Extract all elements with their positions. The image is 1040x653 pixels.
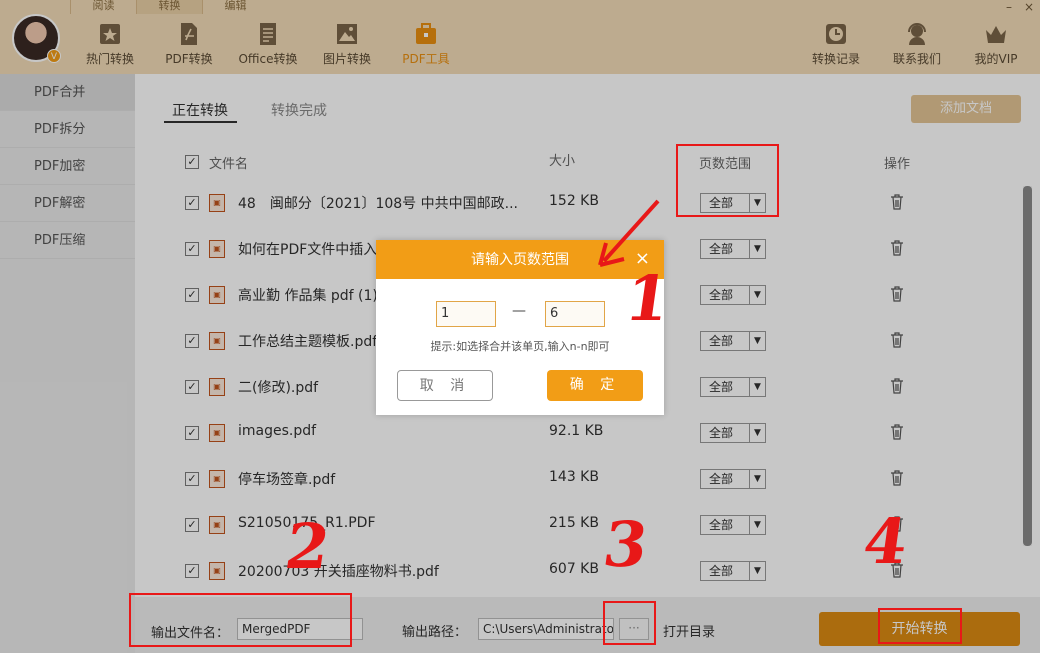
- confirm-button[interactable]: 确 定: [547, 370, 643, 401]
- dialog-hint: 提示:如选择合并该单页,输入n-n即可: [430, 340, 610, 353]
- annotation-box-start: [878, 608, 962, 644]
- range-dash: —: [512, 303, 526, 319]
- page-from-input[interactable]: 1: [436, 301, 496, 327]
- annotation-box-browse: [603, 601, 656, 645]
- page-to-input[interactable]: 6: [545, 301, 605, 327]
- dialog-title: 请输入页数范围: [471, 252, 569, 268]
- annotation-box-output-name: [129, 593, 352, 647]
- annotation-box-page-range: [676, 144, 779, 217]
- cancel-button[interactable]: 取 消: [397, 370, 493, 401]
